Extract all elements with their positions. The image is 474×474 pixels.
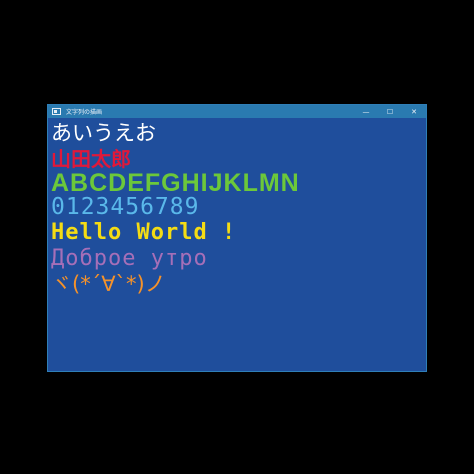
client-area: あいうえお 山田太郎 ABCDEFGHIJKLMN 0123456789 Hel…: [48, 118, 426, 371]
text-line-digits: 0123456789: [51, 194, 200, 220]
window-controls: — ☐ ✕: [354, 105, 426, 118]
text-line-hiragana: あいうえお: [51, 121, 156, 145]
app-window: 文字列の描画 — ☐ ✕ あいうえお 山田太郎 ABCDEFGHIJKLMN 0…: [47, 104, 427, 372]
text-line-russian: Доброе утро: [51, 246, 208, 271]
close-button[interactable]: ✕: [402, 105, 426, 118]
title-bar[interactable]: 文字列の描画 — ☐ ✕: [48, 105, 426, 118]
text-line-kanji-name: 山田太郎: [51, 147, 131, 171]
window-title: 文字列の描画: [66, 109, 103, 116]
maximize-button[interactable]: ☐: [378, 105, 402, 118]
text-line-alphabet: ABCDEFGHIJKLMN: [51, 169, 300, 197]
text-line-kaomoji: ヾ(*´∀`*)ノ: [51, 272, 166, 296]
app-window-icon[interactable]: [52, 108, 61, 115]
minimize-button[interactable]: —: [354, 105, 378, 118]
text-line-hello-world: Hello World !: [51, 220, 237, 245]
